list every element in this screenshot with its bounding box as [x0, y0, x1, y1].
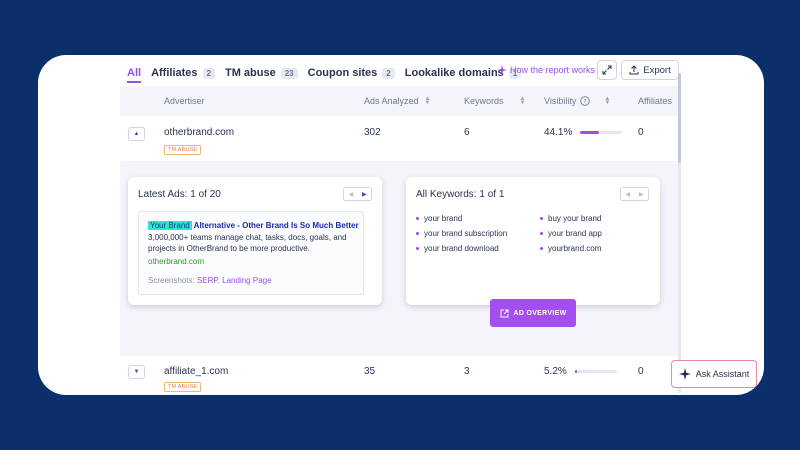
chevron-left-icon[interactable]: ◀ — [348, 191, 353, 198]
keywords-pager[interactable]: ◀ ▶ — [620, 187, 649, 201]
all-keywords-card: All Keywords: 1 of 1 ◀ ▶ your brand buy y… — [406, 177, 660, 305]
tab-coupon-sites[interactable]: Coupon sites 2 — [308, 67, 395, 79]
sort-icon: ▲ ▼ — [424, 96, 431, 106]
visibility-cell: 44.1% — [544, 127, 623, 138]
chevron-left-icon[interactable]: ◀ — [625, 191, 630, 198]
tab-count-badge: 23 — [280, 67, 298, 79]
visibility-value: 5.2% — [544, 366, 567, 377]
row-details-panel: Latest Ads: 1 of 20 ◀ ▶ Your Brand Altern… — [120, 161, 680, 356]
tab-all[interactable]: All — [127, 67, 142, 83]
tab-tm-abuse[interactable]: TM abuse 23 — [225, 67, 298, 79]
keyword-item: your brand download — [416, 244, 499, 253]
table-header: Advertiser Ads Analyzed ▲ ▼ Keywords ▲ ▼ Vis… — [120, 86, 680, 116]
sort-icon: ▲ ▼ — [604, 96, 611, 106]
keywords-value: 3 — [464, 366, 470, 377]
ads-analyzed-value: 302 — [364, 127, 381, 138]
report-card: All Affiliates 2 TM abuse 23 Coupon sites 2… — [38, 55, 764, 395]
table-row: ▼ affiliate_1.com TM ABUSE 35 3 5.2% 0 — [120, 364, 680, 394]
advertiser-link[interactable]: otherbrand.com — [164, 127, 234, 138]
svg-text:?: ? — [584, 98, 587, 105]
tm-abuse-badge: TM ABUSE — [164, 382, 202, 392]
column-affiliates[interactable]: Affiliates — [638, 96, 672, 106]
export-button[interactable]: Export — [621, 60, 679, 80]
column-visibility[interactable]: Visibility ? ▲ ▼ — [544, 96, 610, 106]
ad-display-url: otherbrand.com — [148, 257, 205, 266]
column-keywords[interactable]: Keywords ▲ ▼ — [464, 96, 525, 106]
latest-ads-title: Latest Ads: 1 of 20 — [138, 189, 221, 200]
keyword-item: buy your brand — [540, 214, 601, 223]
chevron-down-icon: ▼ — [133, 369, 140, 375]
ad-preview: Your Brand Alternative - Other Brand Is … — [138, 211, 364, 295]
keyword-item: your brand subscription — [416, 229, 507, 238]
ad-description: 3,000,000+ teams manage chat, tasks, doc… — [148, 233, 347, 253]
ads-pager[interactable]: ◀ ▶ — [343, 187, 372, 201]
ask-assistant-button[interactable]: Ask Assistant — [671, 360, 757, 388]
tab-count-badge: 2 — [202, 67, 215, 79]
chevron-right-icon[interactable]: ▶ — [639, 191, 644, 198]
ads-analyzed-value: 35 — [364, 366, 376, 377]
visibility-value: 44.1% — [544, 127, 573, 138]
chevron-right-icon[interactable]: ▶ — [362, 191, 367, 198]
filter-tabs: All Affiliates 2 TM abuse 23 Coupon sites 2… — [127, 63, 531, 83]
keywords-value: 6 — [464, 127, 470, 138]
landing-page-link[interactable]: Landing Page — [222, 276, 271, 285]
affiliates-value: 0 — [638, 127, 644, 138]
expand-icon — [602, 65, 612, 75]
sparkle-icon — [497, 65, 507, 75]
visibility-bar — [574, 369, 617, 373]
column-ads-analyzed[interactable]: Ads Analyzed ▲ ▼ — [364, 96, 431, 106]
help-icon[interactable]: ? — [580, 96, 591, 106]
advertiser-link[interactable]: affiliate_1.com — [164, 366, 228, 377]
keyword-item: your brand app — [540, 229, 602, 238]
visibility-bar — [580, 130, 623, 134]
table-row: ▲ otherbrand.com TM ABUSE 302 6 44.1% 0 — [120, 123, 680, 159]
visibility-bar-fill — [580, 130, 599, 134]
tab-count-badge: 2 — [382, 67, 395, 79]
keyword-item: yourbrand.com — [540, 244, 601, 253]
affiliates-value: 0 — [638, 366, 644, 377]
how-report-works-link[interactable]: How the report works — [497, 65, 595, 75]
ad-overview-button[interactable]: AD OVERVIEW — [490, 299, 576, 327]
sort-icon: ▲ ▼ — [519, 96, 526, 106]
ad-headline[interactable]: Your Brand Alternative - Other Brand Is … — [148, 221, 359, 230]
visibility-bar-fill — [574, 369, 577, 373]
column-advertiser[interactable]: Advertiser — [164, 96, 205, 106]
sparkle-icon — [678, 368, 691, 380]
screenshots-line: Screenshots: SERP, Landing Page — [148, 276, 272, 285]
expand-button[interactable] — [597, 60, 617, 80]
collapse-row-button[interactable]: ▲ — [128, 127, 145, 141]
latest-ads-card: Latest Ads: 1 of 20 ◀ ▶ Your Brand Altern… — [128, 177, 382, 305]
upload-icon — [629, 65, 639, 75]
external-link-icon — [500, 309, 509, 317]
tab-affiliates[interactable]: Affiliates 2 — [151, 67, 215, 79]
expand-row-button[interactable]: ▼ — [128, 365, 145, 379]
serp-link[interactable]: SERP — [197, 276, 218, 285]
all-keywords-title: All Keywords: 1 of 1 — [416, 189, 505, 200]
tm-abuse-badge: TM ABUSE — [164, 145, 202, 155]
chevron-up-icon: ▲ — [133, 131, 140, 137]
keyword-item: your brand — [416, 214, 462, 223]
scrollbar[interactable] — [678, 73, 681, 393]
brand-highlight: Your Brand — [148, 221, 192, 230]
scrollbar-thumb[interactable] — [678, 73, 681, 163]
visibility-cell: 5.2% — [544, 366, 617, 377]
